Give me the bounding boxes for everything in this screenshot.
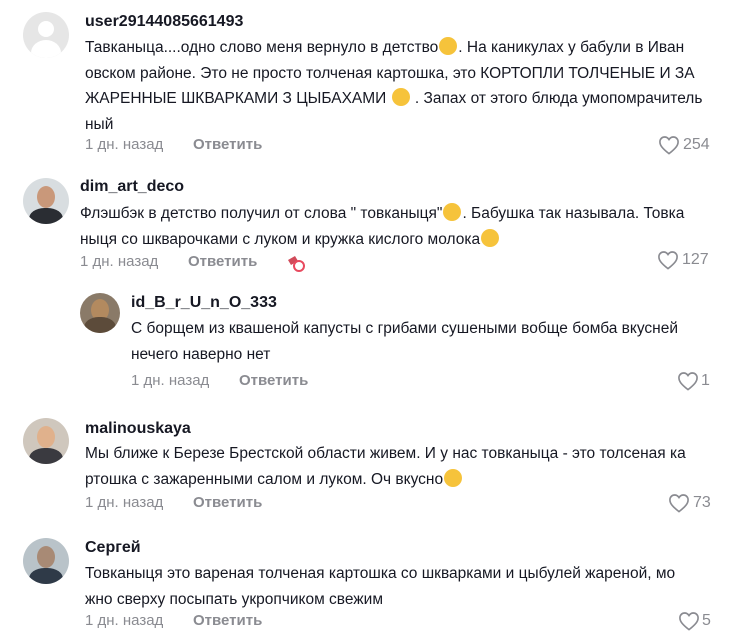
comment-time: 1 дн. назад <box>85 612 164 629</box>
like-count: 127 <box>682 251 709 268</box>
comment-time: 1 дн. назад <box>80 253 159 270</box>
like-count: 73 <box>693 494 711 511</box>
comment-text: Тавканыца....одно слово меня вернуло в д… <box>85 37 703 133</box>
comment-item: malinouskaya Мы ближе к Березе Брестской… <box>0 412 732 527</box>
comment-item: Сергей Товканыця это вареная толченая ка… <box>0 530 732 639</box>
smiling-face-with-hearts-icon <box>439 37 458 55</box>
heart-icon[interactable] <box>678 611 700 631</box>
reply-button[interactable]: Ответить <box>193 494 262 511</box>
heart-icon[interactable] <box>658 135 680 155</box>
comment-time: 1 дн. назад <box>85 136 164 153</box>
avatar[interactable] <box>23 12 69 58</box>
comment-username[interactable]: user2914408566149​3 <box>85 13 243 31</box>
comment-text: Товканыця это вареная толченая картошка … <box>85 565 676 608</box>
comment-text: Флэшбэк в детство получил от слова " тов… <box>80 203 685 248</box>
comment-item: user2914408566149​3 Тавканыца....одно сл… <box>0 0 732 170</box>
comment-username[interactable]: Сергей <box>85 539 141 557</box>
reply-button[interactable]: Ответить <box>188 253 257 270</box>
heart-icon[interactable] <box>677 371 699 391</box>
avatar[interactable] <box>23 178 69 224</box>
comment-username[interactable]: dim_art_deco <box>80 178 184 196</box>
smiling-face-with-hearts-icon <box>444 468 463 487</box>
comment-text: С борщем из квашеной капусты с грибами с… <box>131 320 678 363</box>
comment-reply: id_B_r_U_n_O_333 С борщем из квашеной ка… <box>0 288 732 403</box>
heart-icon[interactable] <box>657 250 679 270</box>
comment-text: Мы ближе к Березе Брестской области живе… <box>85 445 686 488</box>
like-count: 254 <box>683 136 710 153</box>
pleading-face-icon <box>443 203 462 221</box>
reply-button[interactable]: Ответить <box>239 372 308 389</box>
face-with-tongue-icon <box>481 228 500 247</box>
avatar[interactable] <box>23 538 69 584</box>
avatar[interactable] <box>23 418 69 464</box>
reply-button[interactable]: Ответить <box>193 136 262 153</box>
comment-item: dim_art_deco Флэшбэк в детство получил о… <box>0 170 732 280</box>
like-count: 5 <box>702 612 711 629</box>
avatar[interactable] <box>80 293 120 333</box>
comment-username[interactable]: malinouskaya <box>85 420 191 438</box>
comment-time: 1 дн. назад <box>85 494 164 511</box>
smiling-face-icon <box>391 88 410 106</box>
creator-liked-icon <box>288 256 305 272</box>
comment-username[interactable]: id_B_r_U_n_O_333 <box>131 294 277 312</box>
like-count: 1 <box>701 372 710 389</box>
reply-button[interactable]: Ответить <box>193 612 262 629</box>
comment-time: 1 дн. назад <box>131 372 210 389</box>
heart-icon[interactable] <box>668 493 690 513</box>
